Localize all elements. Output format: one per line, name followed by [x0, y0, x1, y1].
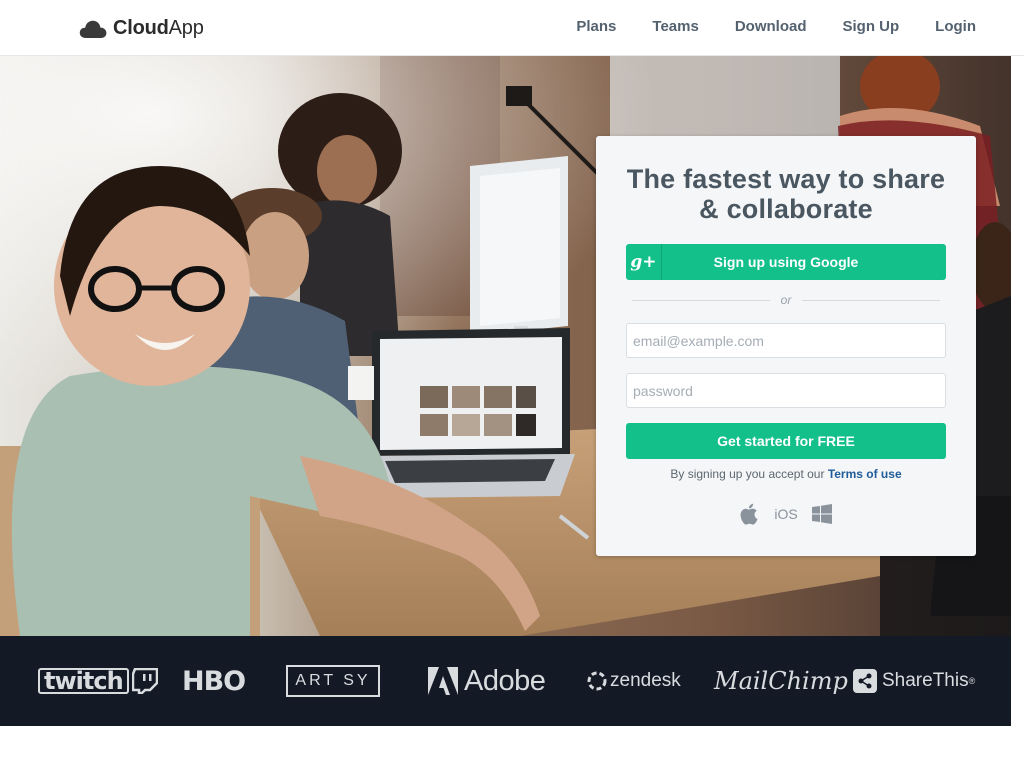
adobe-wordmark: Adobe — [464, 664, 546, 697]
nav-download[interactable]: Download — [735, 18, 807, 35]
google-plus-icon: g+ — [630, 252, 657, 272]
sharethis-logo: ShareThis ® — [853, 636, 975, 726]
sharethis-mark-icon — [853, 669, 877, 693]
nav-login[interactable]: Login — [935, 18, 976, 35]
password-field[interactable] — [626, 373, 946, 408]
adobe-logo: Adobe — [428, 636, 546, 726]
artsy-wordmark: ART SY — [286, 665, 380, 697]
zendesk-wordmark: zendesk — [610, 670, 681, 691]
terms-text: By signing up you accept our Terms of us… — [596, 467, 976, 481]
page-below-fold — [0, 726, 1024, 768]
google-signup-label: Sign up using Google — [713, 254, 859, 270]
signup-card: The fastest way to share & collaborate g… — [596, 136, 976, 556]
customer-logos-bar: twitch HBO ART SY Adobe zendesk MailChim… — [0, 636, 1011, 726]
zendesk-mark-icon — [587, 671, 607, 691]
email-field[interactable] — [626, 323, 946, 358]
twitch-wordmark: twitch — [38, 668, 129, 694]
google-plus-icon-box: g+ — [626, 244, 662, 280]
or-divider: or — [632, 292, 940, 310]
artsy-logo: ART SY — [286, 636, 380, 726]
cloudapp-logo[interactable]: CloudApp — [79, 17, 204, 40]
terms-prefix: By signing up you accept our — [670, 467, 828, 481]
twitch-logo: twitch — [38, 636, 158, 726]
get-started-button[interactable]: Get started for FREE — [626, 423, 946, 459]
twitch-glitch-icon — [131, 668, 158, 694]
windows-icon[interactable] — [811, 504, 832, 524]
sharethis-wordmark: ShareThis — [882, 670, 969, 691]
cloud-icon — [79, 20, 107, 38]
scroll-gutter — [1011, 56, 1024, 726]
card-title: The fastest way to share & collaborate — [626, 164, 946, 224]
divider-line-right — [802, 300, 940, 301]
ios-link[interactable]: iOS — [774, 506, 797, 522]
landing-page: CloudApp Plans Teams Download Sign Up Lo… — [0, 0, 1024, 768]
nav-plans[interactable]: Plans — [576, 18, 616, 35]
apple-icon[interactable] — [740, 503, 760, 525]
nav-teams[interactable]: Teams — [652, 18, 698, 35]
hbo-logo: HBO — [182, 665, 246, 697]
logo-wordmark: CloudApp — [113, 17, 204, 39]
terms-of-use-link[interactable]: Terms of use — [828, 467, 902, 481]
main-nav: Plans Teams Download Sign Up Login — [576, 18, 976, 35]
hero-section: The fastest way to share & collaborate g… — [0, 56, 1011, 636]
nav-sign-up[interactable]: Sign Up — [843, 18, 900, 35]
google-signup-button[interactable]: g+ Sign up using Google — [626, 244, 946, 280]
zendesk-logo: zendesk — [586, 636, 681, 726]
platform-links: iOS — [596, 503, 976, 525]
mailchimp-logo: MailChimp — [714, 667, 848, 695]
adobe-mark-icon — [428, 667, 458, 695]
site-header: CloudApp Plans Teams Download Sign Up Lo… — [0, 0, 1024, 56]
trademark-symbol: ® — [968, 676, 976, 686]
